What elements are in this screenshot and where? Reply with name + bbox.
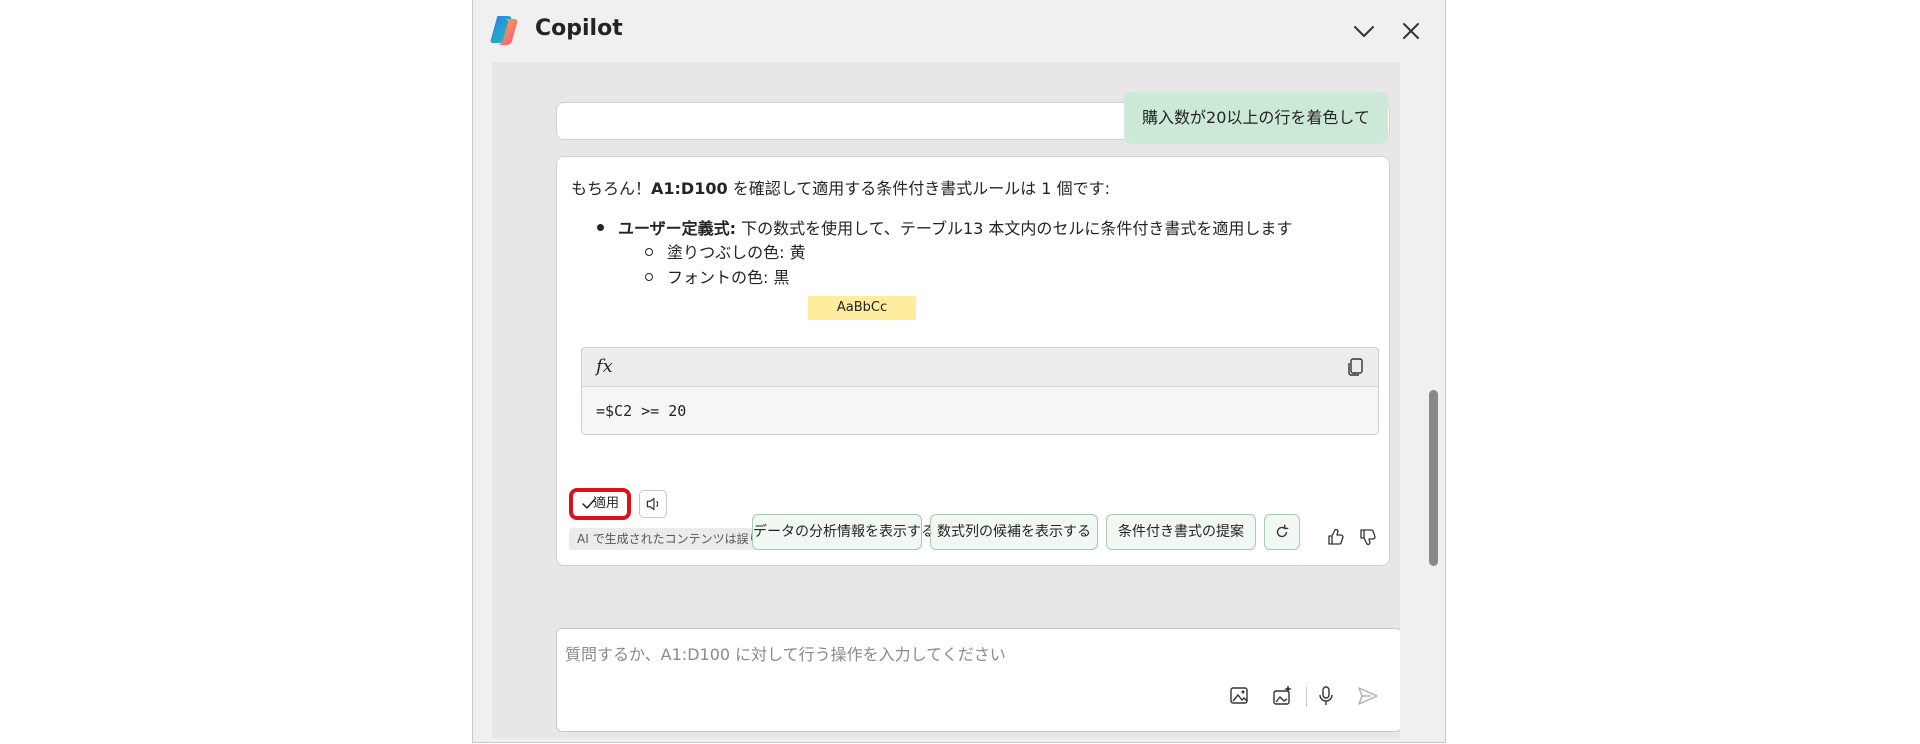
intro-prefix: もちろん！ <box>571 179 652 198</box>
sub-bullet <box>645 272 653 281</box>
app-title: Copilot <box>535 16 623 41</box>
scrollbar-thumb[interactable] <box>1429 390 1438 566</box>
rule-text: 下の数式を使用して、テーブル13 本文内のセルに条件付き書式を適用します <box>736 219 1293 238</box>
titlebar: Copilot <box>473 0 1445 62</box>
user-message: 購入数が20以上の行を着色して <box>1124 92 1388 144</box>
format-preview: AaBbCc <box>808 296 916 320</box>
composer-divider <box>1306 687 1307 707</box>
read-aloud-button[interactable] <box>639 490 667 518</box>
rule-label: ユーザー定義式: <box>618 219 737 238</box>
speaker-icon <box>646 497 659 511</box>
refresh-suggestions-button[interactable] <box>1264 514 1300 550</box>
fill-color-item: 塗りつぶしの色: 黄 <box>645 239 806 263</box>
sparkle-image-icon[interactable] <box>1269 683 1295 709</box>
refresh-icon <box>1276 524 1289 538</box>
composer-placeholder: 質問するか、A1:D100 に対して行う操作を入力してください <box>565 645 1006 664</box>
close-icon[interactable] <box>1396 16 1426 46</box>
intro-suffix: を確認して適用する条件付き書式ルールは 1 個です: <box>727 179 1110 198</box>
suggestion-chip-conditional-format[interactable]: 条件付き書式の提案 <box>1106 514 1256 550</box>
apply-button[interactable]: 適用 <box>569 488 631 520</box>
chat-area: 購入数が20以上の行を着色して もちろん！A1:D100 を確認して適用する条件… <box>492 62 1400 738</box>
font-color-text: フォントの色: 黒 <box>667 268 790 287</box>
fx-icon: fx <box>596 356 613 377</box>
fill-color-text: 塗りつぶしの色: 黄 <box>667 243 806 262</box>
suggestion-chip-analysis[interactable]: データの分析情報を表示する <box>752 514 935 550</box>
image-prompt-icon[interactable] <box>1227 683 1253 709</box>
collapse-chevron-icon[interactable] <box>1349 16 1379 46</box>
check-icon <box>582 498 596 509</box>
formula-text: =$C2 >= 20 <box>596 402 687 420</box>
copilot-logo-icon <box>490 16 518 45</box>
rule-bullet: ユーザー定義式: 下の数式を使用して、テーブル13 本文内のセルに条件付き書式を… <box>597 215 1292 239</box>
intro-range: A1:D100 <box>651 179 728 198</box>
response-card: もちろん！A1:D100 を確認して適用する条件付き書式ルールは 1 個です: … <box>556 156 1390 566</box>
send-icon[interactable] <box>1355 683 1381 709</box>
microphone-icon[interactable] <box>1313 683 1339 709</box>
formula-header: fx <box>582 348 1378 387</box>
thumbs-up-icon[interactable] <box>1325 527 1345 547</box>
font-color-item: フォントの色: 黒 <box>645 264 789 288</box>
bullet-dot <box>597 224 604 231</box>
copy-icon[interactable] <box>1346 357 1366 377</box>
sub-bullet <box>645 247 653 256</box>
suggestion-chip-formula-columns[interactable]: 数式列の候補を表示する <box>930 514 1098 550</box>
response-intro: もちろん！A1:D100 を確認して適用する条件付き書式ルールは 1 個です: <box>571 175 1110 199</box>
formula-block: fx =$C2 >= 20 <box>581 347 1379 435</box>
prompt-composer[interactable]: 質問するか、A1:D100 に対して行う操作を入力してください <box>556 628 1400 732</box>
thumbs-down-icon[interactable] <box>1357 527 1377 547</box>
